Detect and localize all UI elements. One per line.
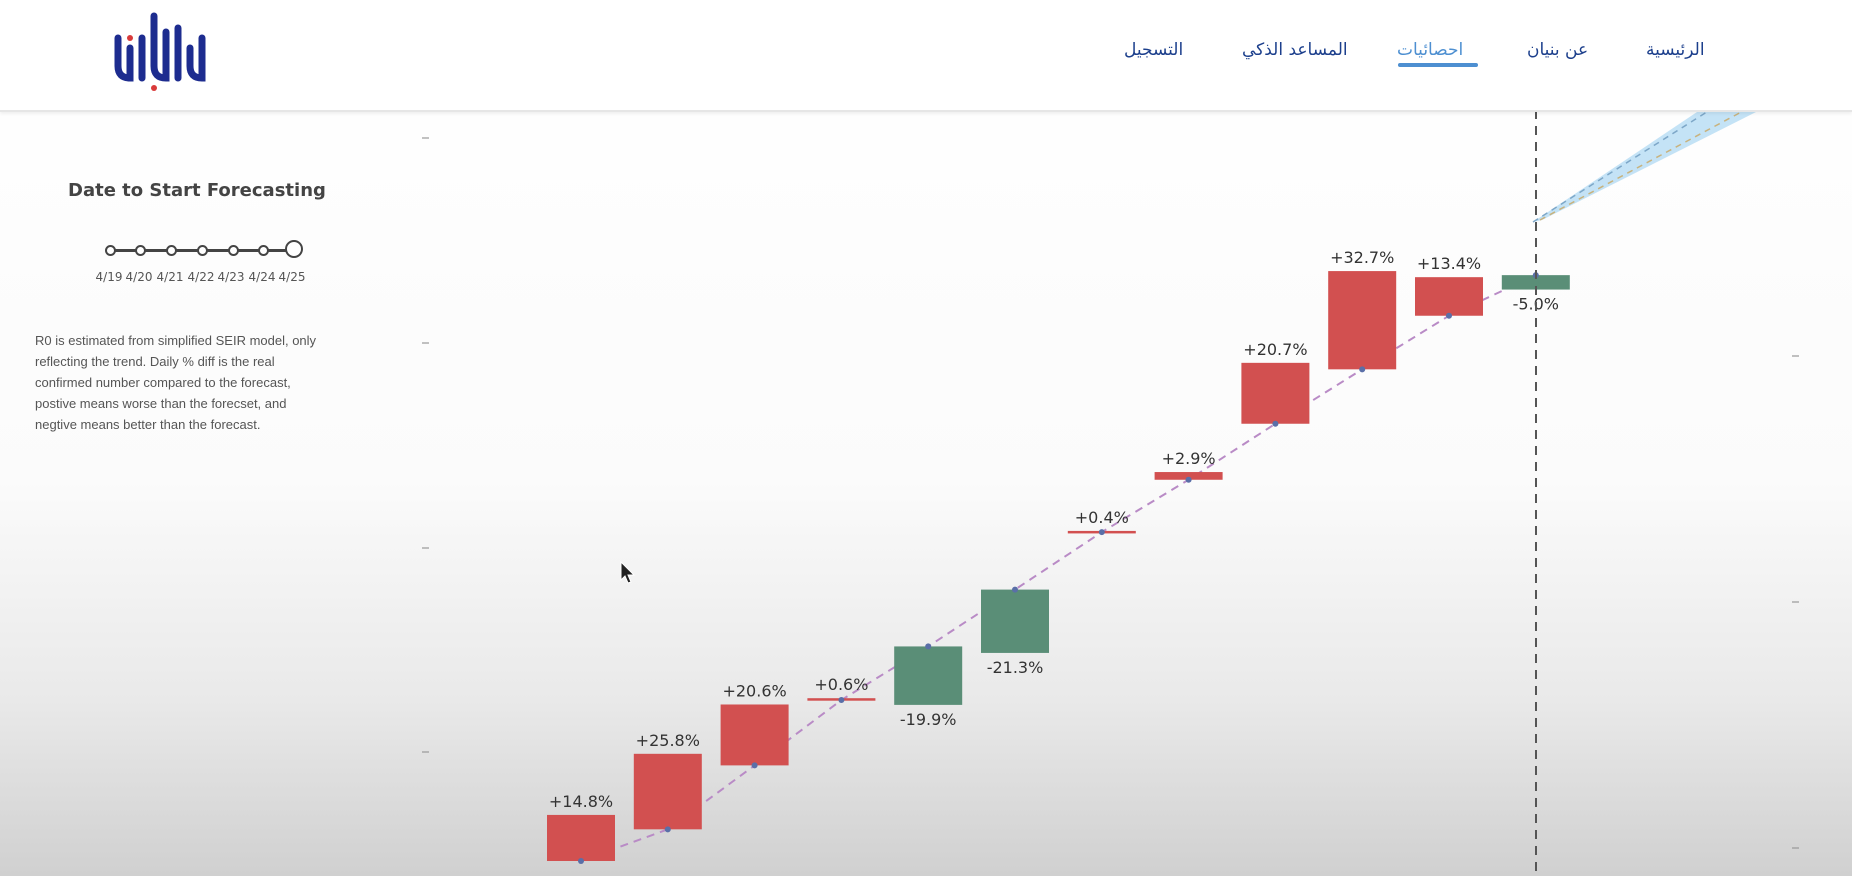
mouse-cursor-icon	[620, 561, 636, 584]
diff-bar	[720, 704, 789, 766]
forecast-point	[1185, 476, 1192, 483]
bonyan-logo[interactable]	[110, 8, 220, 94]
diff-bar	[1415, 277, 1483, 316]
diff-bar	[894, 646, 963, 705]
diff-bar	[633, 753, 702, 830]
diff-label: +0.4%	[1075, 508, 1129, 527]
forecast-point	[925, 643, 932, 650]
diff-label: -21.3%	[987, 658, 1044, 677]
diff-label: -19.9%	[900, 710, 957, 729]
diff-bar	[547, 814, 615, 861]
diff-bar	[981, 589, 1049, 653]
nav-item-register[interactable]: التسجيل	[1124, 40, 1183, 60]
forecast-point	[1012, 586, 1018, 593]
diff-label: +25.8%	[636, 731, 700, 750]
diff-label: +20.7%	[1243, 340, 1307, 359]
forecast-point	[1359, 366, 1366, 373]
diff-label: +14.8%	[549, 792, 613, 811]
diff-label: +0.6%	[814, 675, 868, 694]
nav-item-about[interactable]: عن بنيان	[1527, 40, 1588, 60]
diff-label: +20.6%	[722, 681, 786, 700]
diff-bar	[1328, 271, 1397, 370]
nav-item-statistics[interactable]: احصائيات	[1397, 40, 1463, 60]
forecast-point	[664, 826, 671, 833]
diff-bar	[1241, 362, 1310, 424]
nav-item-home[interactable]: الرئيسية	[1646, 40, 1705, 60]
diff-label: +2.9%	[1162, 449, 1216, 468]
forecast-band	[1533, 110, 1760, 222]
forecast-point	[1272, 420, 1279, 427]
forecast-point	[838, 697, 845, 704]
diff-label: +13.4%	[1417, 254, 1481, 273]
forecast-point	[751, 762, 758, 769]
diff-label: +32.7%	[1330, 248, 1394, 267]
navbar: الرئيسية عن بنيان احصائيات المساعد الذكي…	[0, 0, 1852, 112]
forecast-point	[578, 858, 584, 864]
forecast-chart: +14.8% +25.8% +20.6% +0.6% -19.9% -21.3% +0.4%…	[422, 109, 1799, 876]
forecast-point	[1446, 312, 1452, 319]
forecast-point	[1098, 529, 1105, 536]
nav-active-underline	[1398, 63, 1478, 67]
nav-item-assistant[interactable]: المساعد الذكي	[1242, 40, 1348, 60]
